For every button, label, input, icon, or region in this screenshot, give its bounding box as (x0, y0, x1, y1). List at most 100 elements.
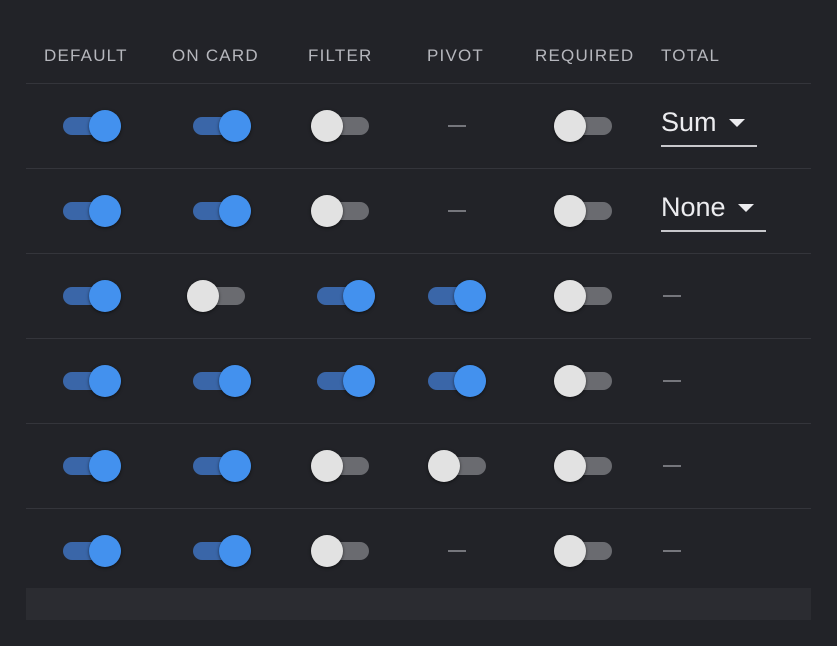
total-cell (663, 254, 681, 338)
field-settings-table: DEFAULT ON CARD FILTER PIVOT REQUIRED TO… (26, 26, 811, 594)
empty-dash (663, 295, 681, 297)
filter-cell (311, 169, 369, 253)
required-cell (554, 254, 612, 338)
toggle-thumb (219, 365, 251, 397)
caret-down-icon (737, 204, 754, 212)
toggle-thumb (219, 110, 251, 142)
total-select[interactable]: None (661, 190, 766, 232)
pivot-cell (448, 509, 466, 593)
on-card-toggle[interactable] (193, 194, 251, 228)
empty-dash (448, 210, 466, 212)
filter-cell (317, 254, 375, 338)
required-toggle[interactable] (554, 279, 612, 313)
default-toggle[interactable] (63, 194, 121, 228)
toggle-thumb (219, 450, 251, 482)
empty-dash (663, 380, 681, 382)
pivot-cell (428, 254, 486, 338)
header-total: TOTAL (661, 46, 721, 65)
toggle-thumb (311, 195, 343, 227)
required-cell (554, 84, 612, 168)
filter-toggle[interactable] (311, 194, 369, 228)
table-row: Sum (26, 84, 811, 169)
table-row (26, 254, 811, 339)
toggle-thumb (454, 280, 486, 312)
toggle-thumb (428, 450, 460, 482)
toggle-thumb (554, 195, 586, 227)
table-row: None (26, 169, 811, 254)
on-card-toggle[interactable] (193, 534, 251, 568)
on-card-toggle[interactable] (193, 364, 251, 398)
toggle-thumb (554, 535, 586, 567)
header-default: DEFAULT (44, 46, 128, 65)
toggle-thumb (554, 365, 586, 397)
on-card-cell (187, 254, 245, 338)
toggle-thumb (89, 365, 121, 397)
filter-cell (317, 339, 375, 423)
total-select-value: Sum (661, 107, 717, 137)
toggle-thumb (343, 365, 375, 397)
required-toggle[interactable] (554, 534, 612, 568)
on-card-toggle[interactable] (193, 449, 251, 483)
table-body: Sum None (26, 84, 811, 594)
pivot-cell (428, 424, 486, 508)
pivot-toggle[interactable] (428, 364, 486, 398)
on-card-cell (193, 169, 251, 253)
toggle-thumb (454, 365, 486, 397)
total-cell (663, 339, 681, 423)
required-toggle[interactable] (554, 109, 612, 143)
filter-toggle[interactable] (311, 534, 369, 568)
toggle-thumb (554, 450, 586, 482)
toggle-thumb (219, 195, 251, 227)
default-cell (63, 339, 121, 423)
filter-toggle[interactable] (317, 364, 375, 398)
toggle-thumb (311, 450, 343, 482)
on-card-cell (193, 509, 251, 593)
filter-cell (311, 509, 369, 593)
toggle-thumb (89, 535, 121, 567)
default-toggle[interactable] (63, 449, 121, 483)
required-toggle[interactable] (554, 364, 612, 398)
toggle-thumb (89, 280, 121, 312)
default-cell (63, 424, 121, 508)
on-card-cell (193, 424, 251, 508)
required-cell (554, 509, 612, 593)
on-card-cell (193, 339, 251, 423)
on-card-toggle[interactable] (193, 109, 251, 143)
pivot-cell (428, 339, 486, 423)
default-toggle[interactable] (63, 534, 121, 568)
header-on-card: ON CARD (172, 46, 259, 65)
table-row (26, 339, 811, 424)
toggle-thumb (343, 280, 375, 312)
total-select-value: None (661, 192, 726, 222)
required-cell (554, 339, 612, 423)
default-toggle[interactable] (63, 279, 121, 313)
caret-down-icon (728, 119, 745, 127)
table-row (26, 424, 811, 509)
filter-cell (311, 84, 369, 168)
pivot-toggle[interactable] (428, 449, 486, 483)
header-filter: FILTER (308, 46, 373, 65)
on-card-cell (193, 84, 251, 168)
filter-toggle[interactable] (317, 279, 375, 313)
pivot-toggle[interactable] (428, 279, 486, 313)
filter-toggle[interactable] (311, 109, 369, 143)
header-pivot: PIVOT (427, 46, 485, 65)
header-required: REQUIRED (535, 46, 635, 65)
empty-dash (663, 465, 681, 467)
total-select[interactable]: Sum (661, 105, 757, 147)
toggle-thumb (554, 280, 586, 312)
toggle-thumb (187, 280, 219, 312)
table-header: DEFAULT ON CARD FILTER PIVOT REQUIRED TO… (26, 26, 811, 84)
toggle-thumb (311, 535, 343, 567)
toggle-thumb (89, 450, 121, 482)
required-toggle[interactable] (554, 194, 612, 228)
required-toggle[interactable] (554, 449, 612, 483)
filter-toggle[interactable] (311, 449, 369, 483)
default-cell (63, 509, 121, 593)
default-cell (63, 254, 121, 338)
pivot-cell (448, 84, 466, 168)
toggle-thumb (554, 110, 586, 142)
default-toggle[interactable] (63, 109, 121, 143)
on-card-toggle[interactable] (187, 279, 245, 313)
default-toggle[interactable] (63, 364, 121, 398)
